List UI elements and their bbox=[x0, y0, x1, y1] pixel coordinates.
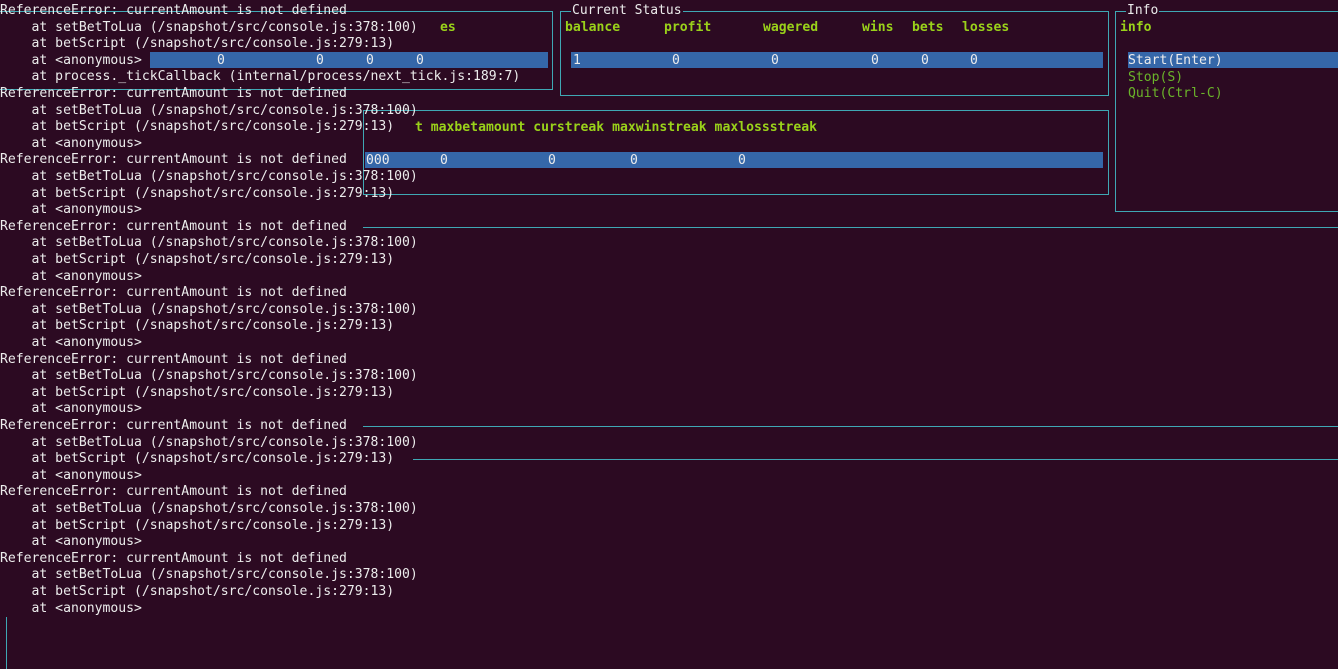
first-panel-header-tail: es bbox=[440, 20, 456, 35]
log-line: at <anonymous> bbox=[0, 202, 142, 218]
status-header-wagered: wagered bbox=[763, 20, 819, 35]
log-line: at <anonymous> bbox=[0, 600, 142, 616]
log-line: at setBetToLua (/snapshot/src/console.js… bbox=[0, 102, 418, 118]
log-line: at setBetToLua (/snapshot/src/console.js… bbox=[0, 235, 418, 251]
log-line: ReferenceError: currentAmount is not def… bbox=[0, 152, 347, 168]
stats-value: 0 bbox=[630, 153, 638, 168]
log-line: at setBetToLua (/snapshot/src/console.js… bbox=[0, 434, 418, 450]
log-line: at betScript (/snapshot/src/console.js:2… bbox=[0, 318, 395, 334]
log-line: at setBetToLua (/snapshot/src/console.js… bbox=[0, 368, 418, 384]
log-line: ReferenceError: currentAmount is not def… bbox=[0, 86, 347, 101]
log-line: at betScript (/snapshot/src/console.js:2… bbox=[0, 384, 395, 400]
status-value-profit: 0 bbox=[672, 53, 680, 68]
log-line: at <anonymous> bbox=[0, 534, 142, 550]
border-line bbox=[6, 617, 7, 669]
info-header: info bbox=[1120, 20, 1152, 35]
stats-value: 0 bbox=[738, 153, 746, 168]
log-line: at betScript (/snapshot/src/console.js:2… bbox=[0, 584, 395, 599]
first-panel-value: 0 bbox=[416, 53, 424, 68]
menu-quit-button[interactable]: Quit(Ctrl-C) bbox=[1128, 86, 1223, 103]
log-line: at betScript (/snapshot/src/console.js:2… bbox=[0, 185, 395, 201]
log-line: at setBetToLua (/snapshot/src/console.js… bbox=[0, 567, 418, 583]
status-value-bets: 0 bbox=[921, 53, 929, 68]
status-value-losses: 0 bbox=[970, 53, 978, 68]
status-value-balance: 1 bbox=[573, 53, 581, 68]
log-line: at <anonymous> bbox=[0, 401, 142, 417]
log-line: at setBetToLua (/snapshot/src/console.js… bbox=[0, 501, 418, 516]
status-panel-title: Current Status bbox=[571, 3, 683, 18]
log-line: ReferenceError: currentAmount is not def… bbox=[0, 550, 347, 566]
log-line: at setBetToLua (/snapshot/src/console.js… bbox=[0, 301, 418, 317]
log-line: at betScript (/snapshot/src/console.js:2… bbox=[0, 119, 395, 135]
log-line: ReferenceError: currentAmount is not def… bbox=[0, 3, 347, 18]
status-value-wins: 0 bbox=[871, 53, 879, 68]
log-line: at betScript (/snapshot/src/console.js:2… bbox=[0, 252, 395, 267]
border-line bbox=[413, 459, 1338, 460]
log-line: at setBetToLua (/snapshot/src/console.js… bbox=[0, 19, 418, 35]
status-header-losses: losses bbox=[962, 20, 1010, 35]
highlight-mask bbox=[365, 152, 1103, 168]
stats-header-tail: t maxbetamount curstreak maxwinstreak ma… bbox=[415, 120, 818, 135]
border-line bbox=[363, 227, 1338, 228]
status-header-wins: wins bbox=[862, 20, 894, 35]
log-line: ReferenceError: currentAmount is not def… bbox=[0, 484, 347, 500]
stats-row-prefix: 000 bbox=[366, 153, 390, 168]
log-line: at <anonymous> bbox=[0, 335, 142, 350]
log-line: at <anonymous> bbox=[0, 268, 142, 284]
log-line: at betScript (/snapshot/src/console.js:2… bbox=[0, 451, 395, 467]
log-line: ReferenceError: currentAmount is not def… bbox=[0, 218, 347, 234]
log-line: ReferenceError: currentAmount is not def… bbox=[0, 351, 347, 367]
status-header-profit: profit bbox=[664, 20, 712, 35]
info-panel-title: Info bbox=[1126, 3, 1160, 18]
log-line: at <anonymous> bbox=[0, 135, 142, 151]
first-panel-value: 0 bbox=[366, 53, 374, 68]
log-line: at process._tickCallback (internal/proce… bbox=[0, 69, 521, 85]
log-line: at betScript (/snapshot/src/console.js:2… bbox=[0, 36, 395, 52]
status-row-highlight bbox=[571, 52, 1103, 68]
log-line: at setBetToLua (/snapshot/src/console.js… bbox=[0, 169, 418, 184]
stats-value: 0 bbox=[548, 153, 556, 168]
info-panel bbox=[1115, 11, 1338, 212]
log-line: at <anonymous> bbox=[0, 52, 142, 68]
first-panel-value: 0 bbox=[217, 53, 225, 68]
first-panel-value: 0 bbox=[316, 53, 324, 68]
status-header-balance: balance bbox=[565, 20, 621, 35]
status-header-bets: bets bbox=[912, 20, 944, 35]
menu-stop-button[interactable]: Stop(S) bbox=[1128, 70, 1183, 87]
border-line bbox=[363, 426, 1338, 427]
highlight-mask bbox=[150, 52, 548, 68]
log-line: ReferenceError: currentAmount is not def… bbox=[0, 418, 347, 433]
log-line: at betScript (/snapshot/src/console.js:2… bbox=[0, 517, 395, 533]
status-value-wagered: 0 bbox=[771, 53, 779, 68]
log-line: at <anonymous> bbox=[0, 467, 142, 483]
stats-value: 0 bbox=[440, 153, 448, 168]
log-line: ReferenceError: currentAmount is not def… bbox=[0, 285, 347, 301]
menu-start-button[interactable]: Start(Enter) bbox=[1128, 53, 1223, 70]
